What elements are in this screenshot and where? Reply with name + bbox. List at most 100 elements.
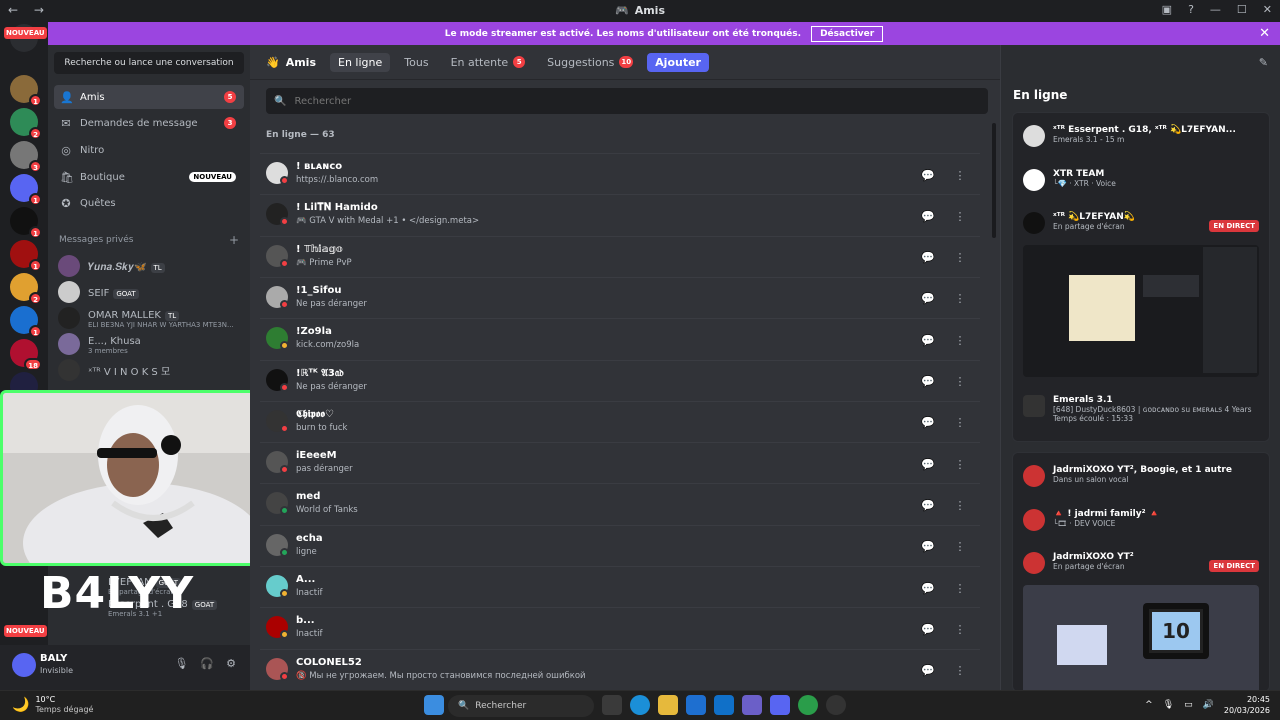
message-icon[interactable]: 💬 — [916, 287, 940, 311]
friend-search-input[interactable] — [294, 95, 895, 107]
nav-shop[interactable]: 🛍 Boutique NOUVEAU — [54, 165, 244, 189]
message-icon[interactable]: 💬 — [916, 493, 940, 517]
banner-close-icon[interactable]: ✕ — [1259, 26, 1270, 41]
activity-card-jadrmi[interactable]: JadrmiXOXO YT², Boogie, et 1 autre Dans u… — [1012, 452, 1270, 692]
message-icon[interactable]: 💬 — [916, 163, 940, 187]
conversation-search-button[interactable]: Recherche ou lance une conversation — [54, 52, 244, 74]
friend-row[interactable]: b... Inactif 💬 ⋮ — [260, 607, 980, 648]
server-icon[interactable]: 2 — [10, 273, 42, 305]
new-group-icon[interactable]: ✎ — [1259, 56, 1268, 69]
server-icon[interactable]: 18 — [10, 339, 42, 371]
server-icon[interactable]: 1 — [10, 207, 42, 239]
friend-row[interactable]: !Zo9la kick.com/zo9la 💬 ⋮ — [260, 318, 980, 359]
stream-preview[interactable] — [1023, 245, 1259, 377]
mic-tray-icon[interactable]: 🎙 — [1163, 700, 1174, 710]
friend-search[interactable]: 🔍 — [266, 88, 988, 114]
nav-arrows[interactable]: ← → — [8, 3, 50, 17]
dm-item[interactable]: E..., Khusa 3 membres — [58, 331, 243, 357]
message-icon[interactable]: 💬 — [916, 204, 940, 228]
server-icon[interactable]: 1 — [10, 75, 42, 107]
headset-icon[interactable]: 🎧 — [200, 657, 214, 670]
dm-item[interactable]: OMAR MALLEK TL ELI BE3NA YJI NHAR W YARTHA… — [58, 305, 243, 331]
more-icon[interactable]: ⋮ — [948, 370, 972, 394]
discord-icon[interactable] — [770, 695, 790, 715]
user-avatar[interactable] — [12, 653, 36, 677]
inbox-icon[interactable]: ▣ — [1162, 3, 1172, 16]
message-icon[interactable]: 💬 — [916, 617, 940, 641]
scrollbar[interactable] — [992, 123, 996, 238]
nav-nitro[interactable]: ◎ Nitro — [54, 138, 244, 162]
more-icon[interactable]: ⋮ — [948, 246, 972, 270]
disable-streamer-button[interactable]: Désactiver — [811, 25, 884, 42]
windows-start-icon[interactable] — [424, 695, 444, 715]
edge-icon[interactable] — [630, 695, 650, 715]
more-icon[interactable]: ⋮ — [948, 328, 972, 352]
server-icon[interactable]: 1 — [10, 240, 42, 272]
more-icon[interactable]: ⋮ — [948, 452, 972, 476]
minimize-button[interactable]: — — [1210, 3, 1221, 16]
more-icon[interactable]: ⋮ — [948, 617, 972, 641]
message-icon[interactable]: 💬 — [916, 411, 940, 435]
dm-item[interactable]: 𝒀𝒖𝒏𝒂.𝑺𝒌𝒚🦋 TL — [58, 253, 243, 279]
more-icon[interactable]: ⋮ — [948, 163, 972, 187]
volume-icon[interactable]: 🔊 — [1203, 700, 1214, 710]
help-icon[interactable]: ? — [1188, 3, 1194, 16]
nav-quests[interactable]: ✪ Quêtes — [54, 191, 244, 215]
taskbar-search[interactable]: 🔍 Rechercher — [448, 695, 594, 717]
friend-row[interactable]: med World of Tanks 💬 ⋮ — [260, 483, 980, 524]
friend-row[interactable]: 𝕮𝖍𝖎𝖕𝖔𝖔♡ burn to fuck 💬 ⋮ — [260, 400, 980, 442]
message-icon[interactable]: 💬 — [916, 576, 940, 600]
more-icon[interactable]: ⋮ — [948, 493, 972, 517]
tab-all[interactable]: Tous — [396, 53, 436, 72]
friend-row[interactable]: ! 𝕋𝕙𝕚𝕒𝕘𝕠 🎮 Prime PvP 💬 ⋮ — [260, 235, 980, 277]
add-dm-icon[interactable]: + — [229, 233, 239, 247]
friend-row[interactable]: ! ʙʟᴀɴᴄᴏ https://.blanco.com 💬 ⋮ — [260, 153, 980, 194]
activity-card-xtr[interactable]: ˣᵀᴿ Esserpent . G18, ˣᵀᴿ 💫L7EFYAN... Emer… — [1012, 112, 1270, 442]
tab-pending[interactable]: En attente 5 — [443, 53, 534, 72]
store-icon[interactable] — [686, 695, 706, 715]
more-icon[interactable]: ⋮ — [948, 287, 972, 311]
nav-friends[interactable]: 👤 Amis 5 — [54, 85, 244, 109]
teams-icon[interactable] — [742, 695, 762, 715]
task-view-icon[interactable] — [602, 695, 622, 715]
microphone-icon[interactable]: 🎙 — [174, 657, 188, 670]
server-icon[interactable]: 2 — [10, 108, 42, 140]
tab-suggestions[interactable]: Suggestions 10 — [539, 53, 641, 72]
close-button[interactable]: ✕ — [1263, 3, 1272, 16]
file-explorer-icon[interactable] — [658, 695, 678, 715]
dm-item[interactable]: ˣᵀᴿ V I N O K S 모 — [58, 357, 243, 383]
tab-online[interactable]: En ligne — [330, 52, 391, 72]
friend-row[interactable]: A... Inactif 💬 ⋮ — [260, 566, 980, 607]
more-icon[interactable]: ⋮ — [948, 576, 972, 600]
message-icon[interactable]: 💬 — [916, 370, 940, 394]
chrome-icon[interactable] — [798, 695, 818, 715]
friend-row[interactable]: !1_Sifou Ne pas déranger 💬 ⋮ — [260, 276, 980, 318]
stream-placeholder[interactable]: 10 — [1023, 585, 1259, 691]
server-icon[interactable]: 1 — [10, 306, 42, 338]
maximize-button[interactable]: ☐ — [1237, 3, 1247, 16]
friend-row[interactable]: ! Lil𝐓𝐍 Hamido 🎮 GTA V with Medal +1 • </… — [260, 194, 980, 235]
network-icon[interactable]: ▭ — [1184, 700, 1193, 710]
add-friend-button[interactable]: Ajouter — [647, 52, 709, 72]
message-icon[interactable]: 💬 — [916, 452, 940, 476]
message-icon[interactable]: 💬 — [916, 246, 940, 270]
settings-icon[interactable]: ⚙ — [226, 657, 236, 670]
message-icon[interactable]: 💬 — [916, 535, 940, 559]
outlook-icon[interactable] — [714, 695, 734, 715]
more-icon[interactable]: ⋮ — [948, 204, 972, 228]
message-icon[interactable]: 💬 — [916, 659, 940, 683]
friend-row[interactable]: !ℝᵀᴷ 𝔄3𝔞𝔡 Ne pas déranger 💬 ⋮ — [260, 359, 980, 401]
obs-icon[interactable] — [826, 695, 846, 715]
friend-row[interactable]: iEeeeM pas déranger 💬 ⋮ — [260, 442, 980, 483]
nav-message-requests[interactable]: ✉ Demandes de message 3 — [54, 111, 244, 135]
server-icon[interactable]: 1 — [10, 174, 42, 206]
more-icon[interactable]: ⋮ — [948, 535, 972, 559]
clock[interactable]: 20:45 20/03/2026 — [1224, 694, 1270, 716]
weather-widget[interactable]: 🌙 10°C Temps dégagé — [12, 695, 93, 715]
friend-row[interactable]: echa ligne 💬 ⋮ — [260, 524, 980, 566]
chevron-up-icon[interactable]: ^ — [1145, 700, 1153, 710]
message-icon[interactable]: 💬 — [916, 328, 940, 352]
more-icon[interactable]: ⋮ — [948, 659, 972, 683]
dm-item[interactable]: SEIF GOAT — [58, 279, 243, 305]
friend-row[interactable]: COLONEL52 🔞 Мы не угрожаем. Мы просто ста… — [260, 648, 980, 690]
